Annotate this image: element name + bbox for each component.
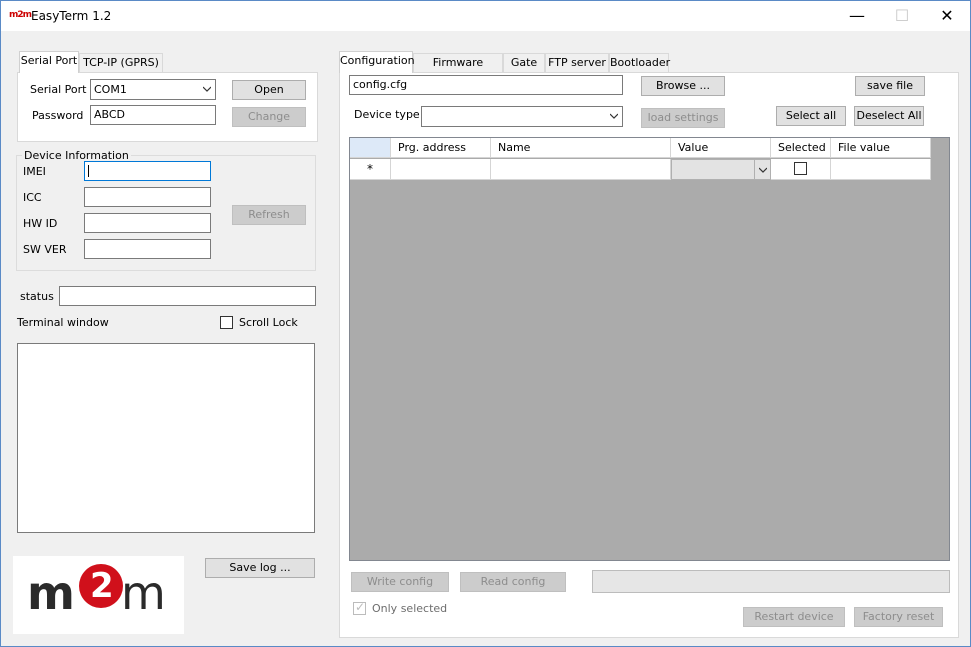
check-icon: ✓ (355, 600, 366, 614)
password-field[interactable]: ABCD (90, 105, 216, 125)
logo-letter-left: m (27, 566, 75, 620)
open-button[interactable]: Open (232, 80, 306, 100)
device-type-select[interactable] (421, 106, 623, 127)
logo-digit: 2 (90, 566, 114, 606)
logo-letter-right: m (121, 566, 166, 620)
only-selected-label: Only selected (372, 602, 448, 615)
tab-serial-port[interactable]: Serial Port (19, 51, 79, 73)
only-selected-checkbox[interactable]: ✓ (353, 600, 366, 615)
imei-label: IMEI (23, 165, 46, 178)
serial-port-value: COM1 (94, 83, 127, 96)
hwid-label: HW ID (23, 217, 58, 230)
hwid-field[interactable] (84, 213, 211, 233)
cell-file-value[interactable] (831, 159, 931, 180)
config-grid[interactable]: Prg. address Name Value Selected File va… (349, 137, 950, 561)
change-button[interactable]: Change (232, 107, 306, 127)
icc-label: ICC (23, 191, 42, 204)
tab-tcp-ip[interactable]: TCP-IP (GPRS) (79, 53, 163, 73)
cell-name[interactable] (491, 159, 671, 180)
cell-prg-address[interactable] (391, 159, 491, 180)
minimize-button[interactable]: — (834, 1, 880, 31)
app-window: m2m EasyTerm 1.2 — ☐ ✕ Serial Port TCP-I… (0, 0, 971, 647)
cell-selected[interactable] (771, 159, 831, 180)
tab-gate[interactable]: Gate (503, 53, 545, 73)
select-all-button[interactable]: Select all (776, 106, 846, 126)
terminal-textarea[interactable] (17, 343, 315, 533)
scroll-lock-label: Scroll Lock (239, 316, 298, 329)
app-logo-icon: m2m (9, 10, 32, 20)
swver-label: SW VER (23, 243, 67, 256)
swver-field[interactable] (84, 239, 211, 259)
status-label: status (20, 290, 54, 303)
title-bar[interactable]: m2m EasyTerm 1.2 — ☐ ✕ (1, 1, 970, 31)
column-header-prg-address[interactable]: Prg. address (391, 138, 491, 158)
load-settings-button[interactable]: load settings (641, 108, 725, 128)
read-config-button[interactable]: Read config (460, 572, 566, 592)
refresh-button[interactable]: Refresh (232, 205, 306, 225)
column-header-name[interactable]: Name (491, 138, 671, 158)
terminal-window-label: Terminal window (17, 316, 109, 329)
save-log-button[interactable]: Save log ... (205, 558, 315, 578)
serial-port-select[interactable]: COM1 (90, 79, 216, 100)
status-field[interactable] (59, 286, 316, 306)
scroll-lock-checkbox[interactable] (220, 316, 233, 329)
chevron-down-icon (610, 113, 618, 119)
cell-value-dropdown-sep (754, 160, 755, 179)
row-selected-checkbox[interactable] (794, 162, 807, 175)
write-config-button[interactable]: Write config (351, 572, 449, 592)
maximize-button[interactable]: ☐ (879, 1, 925, 31)
grid-corner-header[interactable] (350, 138, 391, 158)
tab-firmware-update[interactable]: Firmware update (413, 53, 503, 87)
column-header-file-value[interactable]: File value (831, 138, 931, 158)
factory-reset-button[interactable]: Factory reset (854, 607, 943, 627)
serial-port-label: Serial Port (30, 83, 87, 96)
progress-bar (592, 570, 950, 593)
icc-field[interactable] (84, 187, 211, 207)
chevron-down-icon (759, 167, 767, 173)
new-row-header[interactable]: * (350, 159, 391, 180)
cell-value-combo[interactable] (671, 159, 771, 180)
deselect-all-button[interactable]: Deselect All (854, 106, 924, 126)
password-label: Password (32, 109, 84, 122)
window-title: EasyTerm 1.2 (31, 9, 112, 23)
tab-configuration[interactable]: Configuration (339, 51, 415, 73)
text-cursor (88, 165, 89, 177)
save-file-button[interactable]: save file (855, 76, 925, 96)
device-type-label: Device type (354, 108, 420, 121)
restart-device-button[interactable]: Restart device (743, 607, 845, 627)
column-header-selected[interactable]: Selected (771, 138, 831, 158)
tab-bootloader[interactable]: Bootloader (609, 53, 670, 73)
close-button[interactable]: ✕ (924, 1, 970, 31)
m2m-logo: m 2 m (13, 556, 184, 634)
config-file-field[interactable]: config.cfg (349, 75, 623, 95)
browse-button[interactable]: Browse ... (641, 76, 725, 96)
column-header-value[interactable]: Value (671, 138, 771, 158)
chevron-down-icon (203, 86, 211, 92)
tab-ftp-server[interactable]: FTP server (545, 53, 609, 73)
imei-field[interactable] (84, 161, 211, 181)
